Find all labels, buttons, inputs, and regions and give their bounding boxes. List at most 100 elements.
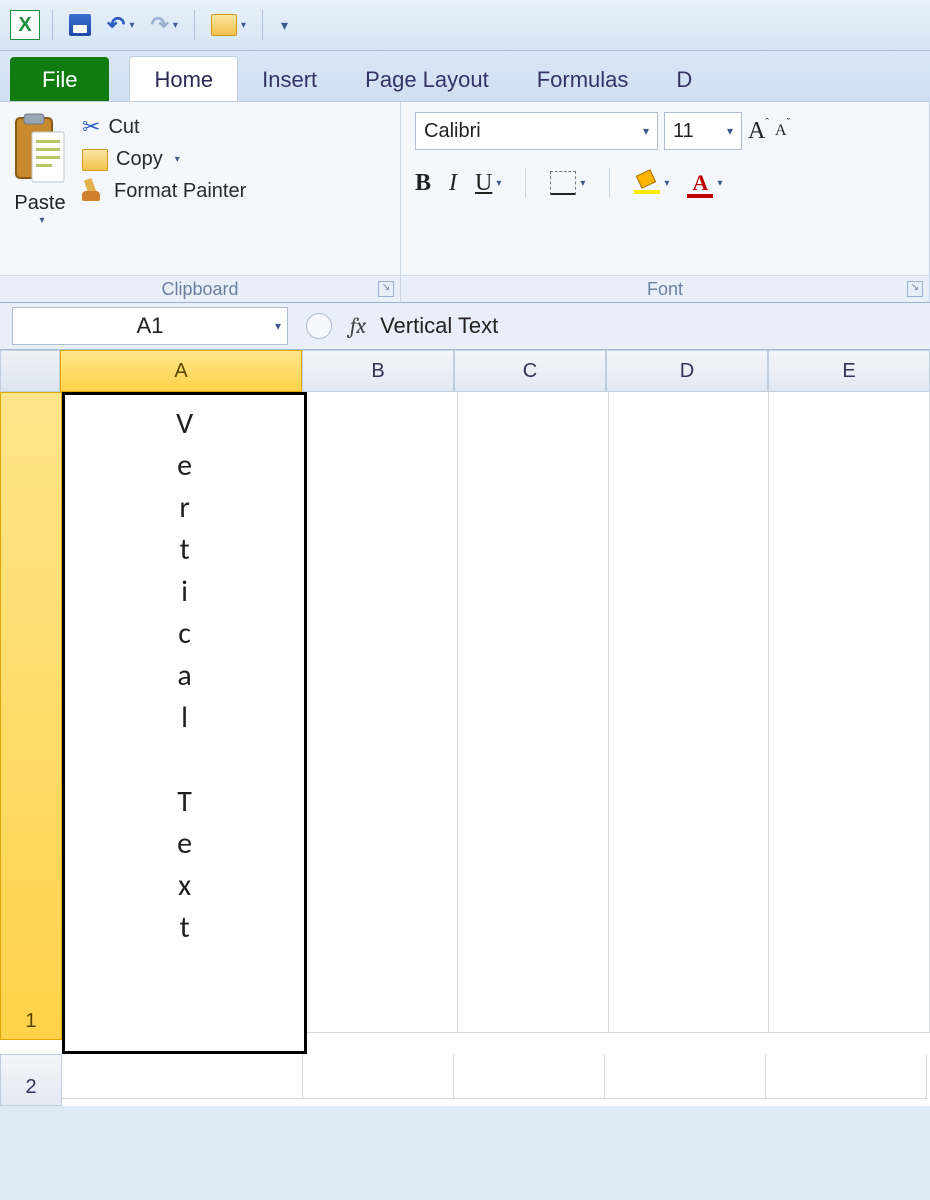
cell-a1-vertical-text: VerticalText bbox=[65, 403, 304, 949]
column-header-A[interactable]: A bbox=[60, 350, 302, 392]
redo-button[interactable]: ↷ ▾ bbox=[146, 10, 181, 40]
qat-separator bbox=[262, 10, 263, 40]
paste-button[interactable]: Paste ▾ bbox=[10, 110, 70, 226]
insert-function-button[interactable]: fx bbox=[350, 313, 366, 339]
font-color-icon: A bbox=[687, 170, 713, 196]
tab-page-layout[interactable]: Page Layout bbox=[341, 57, 513, 101]
name-box-value: A1 bbox=[137, 313, 164, 339]
workbook-icon bbox=[211, 14, 237, 36]
bold-button[interactable]: B bbox=[415, 170, 431, 197]
clipboard-actions: ✂ Cut Copy ▾ Format Painter bbox=[82, 110, 246, 203]
cell-B1[interactable] bbox=[307, 392, 458, 1033]
name-box[interactable]: A1 ▾ bbox=[12, 307, 288, 345]
save-button[interactable] bbox=[65, 10, 95, 40]
cell-A1[interactable]: VerticalText bbox=[62, 392, 307, 1054]
select-all-corner[interactable] bbox=[0, 350, 60, 392]
chevron-down-icon[interactable]: ▾ bbox=[719, 124, 733, 138]
dialog-launcher-icon[interactable]: ↘ bbox=[378, 281, 394, 297]
border-icon bbox=[550, 171, 576, 195]
format-painter-label: Format Painter bbox=[114, 180, 246, 203]
save-icon bbox=[69, 14, 91, 36]
tab-file[interactable]: File bbox=[10, 57, 109, 101]
cancel-placeholder-icon bbox=[306, 313, 332, 339]
group-clipboard: Paste ▾ ✂ Cut Copy ▾ Format Painter Clipbo… bbox=[0, 102, 401, 302]
paste-icon bbox=[10, 110, 70, 188]
borders-button[interactable]: ▾ bbox=[550, 171, 585, 195]
ribbon: Paste ▾ ✂ Cut Copy ▾ Format Painter Clipbo… bbox=[0, 101, 930, 303]
chevron-down-icon[interactable]: ▾ bbox=[635, 124, 649, 138]
tab-data[interactable]: D bbox=[652, 57, 698, 101]
italic-button[interactable]: I bbox=[449, 170, 457, 197]
title-bar: X ↶ ▾ ↷ ▾ ▾ ▾ bbox=[0, 0, 930, 51]
chevron-down-icon[interactable]: ▾ bbox=[496, 178, 501, 189]
chevron-down-icon[interactable]: ▾ bbox=[175, 154, 180, 165]
print-preview-button[interactable]: ▾ bbox=[207, 10, 250, 40]
underline-button[interactable]: U▾ bbox=[475, 170, 501, 197]
font-size-value: 11 bbox=[673, 120, 694, 143]
brush-icon bbox=[82, 179, 106, 203]
chevron-down-icon[interactable]: ▾ bbox=[580, 178, 585, 189]
cell-C1[interactable] bbox=[458, 392, 609, 1033]
underline-icon: U bbox=[475, 170, 492, 197]
qat-separator bbox=[52, 10, 53, 40]
chevron-down-icon[interactable]: ▾ bbox=[39, 215, 44, 226]
cell-D1[interactable] bbox=[609, 392, 770, 1033]
chevron-down-icon[interactable]: ▾ bbox=[173, 20, 178, 31]
row-header-2[interactable]: 2 bbox=[0, 1054, 62, 1106]
column-header-B[interactable]: B bbox=[302, 350, 454, 392]
dialog-launcher-icon[interactable]: ↘ bbox=[907, 281, 923, 297]
customize-qat-button[interactable]: ▾ bbox=[281, 17, 288, 34]
copy-icon bbox=[82, 149, 108, 171]
cell-C2[interactable] bbox=[454, 1054, 605, 1099]
copy-label: Copy bbox=[116, 148, 163, 171]
font-family-value: Calibri bbox=[424, 120, 481, 143]
fill-color-button[interactable]: ▾ bbox=[634, 172, 669, 194]
cell-A2[interactable] bbox=[62, 1054, 303, 1099]
scissors-icon: ✂ bbox=[82, 114, 100, 140]
cell-E2[interactable] bbox=[766, 1054, 927, 1099]
font-size-combo[interactable]: 11 ▾ bbox=[664, 112, 742, 150]
excel-icon: X bbox=[10, 10, 40, 40]
undo-icon: ↶ bbox=[107, 12, 125, 38]
copy-button[interactable]: Copy ▾ bbox=[82, 148, 246, 171]
increase-font-icon: A bbox=[748, 118, 765, 145]
formula-value[interactable]: Vertical Text bbox=[380, 313, 498, 339]
grid-row: 1VerticalText bbox=[0, 392, 930, 1054]
cell-E1[interactable] bbox=[769, 392, 930, 1033]
format-painter-button[interactable]: Format Painter bbox=[82, 179, 246, 203]
cut-button[interactable]: ✂ Cut bbox=[82, 114, 246, 140]
cell-D2[interactable] bbox=[605, 1054, 766, 1099]
bucket-icon bbox=[634, 172, 660, 194]
separator bbox=[525, 168, 526, 198]
grid-row: 2 bbox=[0, 1054, 930, 1106]
font-color-button[interactable]: A▾ bbox=[687, 170, 722, 196]
chevron-down-icon[interactable]: ▾ bbox=[275, 319, 281, 333]
tab-formulas[interactable]: Formulas bbox=[513, 57, 653, 101]
chevron-down-icon[interactable]: ▾ bbox=[717, 178, 722, 189]
spreadsheet-grid[interactable]: ABCDE 1VerticalText2 bbox=[0, 350, 930, 1106]
redo-icon: ↷ bbox=[150, 12, 168, 38]
chevron-down-icon[interactable]: ▾ bbox=[241, 20, 246, 31]
chevron-down-icon[interactable]: ▾ bbox=[664, 178, 669, 189]
tab-insert[interactable]: Insert bbox=[238, 57, 341, 101]
font-family-combo[interactable]: Calibri ▾ bbox=[415, 112, 658, 150]
column-header-C[interactable]: C bbox=[454, 350, 606, 392]
group-font: Calibri▾ 11▾ Aˆ Aˇ B I U▾ ▾ ▾ A▾ Font↘ bbox=[401, 102, 930, 302]
row-header-1[interactable]: 1 bbox=[0, 392, 62, 1040]
group-label-clipboard: Clipboard↘ bbox=[0, 275, 400, 302]
chevron-down-icon[interactable]: ▾ bbox=[129, 20, 134, 31]
column-header-E[interactable]: E bbox=[768, 350, 930, 392]
increase-font-button[interactable]: Aˆ bbox=[748, 118, 769, 145]
decrease-font-icon: A bbox=[775, 122, 787, 140]
tab-home[interactable]: Home bbox=[129, 56, 238, 101]
paste-label: Paste bbox=[14, 192, 65, 215]
cut-label: Cut bbox=[108, 116, 139, 139]
qat-separator bbox=[194, 10, 195, 40]
undo-button[interactable]: ↶ ▾ bbox=[103, 10, 138, 40]
column-headers: ABCDE bbox=[0, 350, 930, 392]
cell-B2[interactable] bbox=[303, 1054, 454, 1099]
separator bbox=[609, 168, 610, 198]
decrease-font-button[interactable]: Aˇ bbox=[775, 122, 790, 140]
ribbon-tabs: File Home Insert Page Layout Formulas D bbox=[0, 51, 930, 101]
column-header-D[interactable]: D bbox=[606, 350, 768, 392]
